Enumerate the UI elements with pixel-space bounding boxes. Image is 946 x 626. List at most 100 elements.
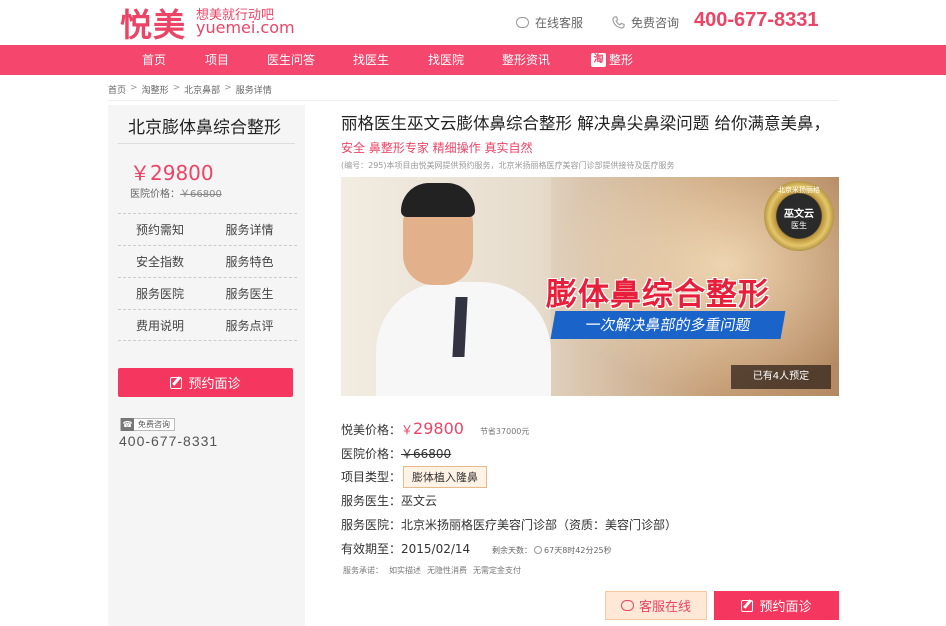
promise-item: 无隐性消费: [427, 566, 467, 575]
sidebar-price: ￥29800: [130, 161, 214, 185]
chat-icon: [620, 600, 634, 611]
valid-value: 2015/02/14: [401, 542, 471, 556]
breadcrumb-current: 服务详情: [235, 86, 272, 96]
sidebar-item-features[interactable]: 服务特色: [208, 246, 298, 277]
sidebar-hospital-price: 医院价格：￥66800: [130, 185, 222, 200]
hospital-value[interactable]: 北京米扬丽格医疗美容门诊部（资质：美容门诊部）: [401, 518, 677, 532]
banner-subtitle: 一次解决鼻部的多重问题: [550, 311, 786, 339]
sidebar-menu: 预约需知 服务详情 安全指数 服务特色 服务医院 服务医生 费用说明 服务点评: [118, 213, 297, 341]
online-service-link[interactable]: 在线客服: [516, 14, 583, 31]
doctor-label: 服务医生：: [341, 494, 402, 508]
sidebar-menu-row: 安全指数 服务特色: [118, 245, 297, 277]
chat-online-button[interactable]: 客服在线: [605, 591, 707, 620]
online-service-label: 在线客服: [535, 16, 584, 30]
sidebar-menu-row: 服务医院 服务医生: [118, 277, 297, 309]
chat-icon: [516, 17, 529, 28]
breadcrumb-taobao[interactable]: 淘整形: [142, 83, 169, 96]
nav-item-taobao[interactable]: 淘 整形: [591, 45, 633, 75]
validity-row: 有效期至：2015/02/14 剩余天数： 67天8时42分25秒: [341, 540, 612, 557]
nav-taobao-label: 整形: [609, 53, 634, 67]
chat-online-label: 客服在线: [638, 600, 691, 615]
hospital-label: 服务医院：: [341, 518, 402, 532]
sidebar-menu-row: 费用说明 服务点评: [118, 309, 297, 341]
promise-item: 如实描述: [389, 566, 421, 575]
project-type-label: 项目类型：: [341, 470, 402, 484]
project-type-row: 项目类型： 膨体植入隆鼻: [341, 466, 488, 488]
remain-label: 剩余天数：: [492, 546, 533, 555]
nav-item-home[interactable]: 首页: [142, 45, 166, 75]
main-nav: 首页 项目 医生问答 找医生 找医院 整形资讯 淘 整形: [0, 45, 946, 75]
sidebar-item-booking-notes[interactable]: 预约需知: [118, 214, 208, 245]
yuemei-price-value: 29800: [413, 419, 464, 438]
yuemei-price-row: 悦美价格：￥29800 节省37000元: [341, 419, 529, 438]
remain-value: 67天8时42分25秒: [544, 546, 612, 555]
product-banner: 膨体鼻综合整形 一次解决鼻部的多重问题 北京米扬丽格 巫文云 医生 已有4人预定: [341, 177, 839, 396]
free-consult-tag: ☎ 免费咨询: [120, 418, 175, 431]
logo-domain: yuemei.com: [196, 18, 295, 37]
breadcrumb-separator: >: [172, 83, 181, 93]
sidebar-phone: 400-677-8331: [119, 433, 219, 449]
sidebar-item-safety[interactable]: 安全指数: [118, 246, 208, 277]
sidebar-item-reviews[interactable]: 服务点评: [208, 310, 298, 340]
promise-item: 无需定金支付: [473, 566, 521, 575]
edit-icon: [741, 599, 754, 612]
clock-icon: [534, 545, 543, 554]
sidebar-item-hospital[interactable]: 服务医院: [118, 278, 208, 309]
phone-icon: [612, 16, 625, 29]
hospital-price-label: 医院价格：: [130, 189, 180, 200]
taobao-icon: 淘: [591, 53, 606, 67]
save-amount: 节省37000元: [479, 427, 530, 436]
free-consult-link[interactable]: 免费咨询: [612, 14, 679, 31]
hospital-row: 服务医院：北京米扬丽格医疗美容门诊部（资质：美容门诊部）: [341, 516, 677, 533]
sidebar-book-label: 预约面诊: [188, 377, 241, 392]
sidebar-item-service-details[interactable]: 服务详情: [208, 214, 298, 245]
product-title-text: 丽格医生巫文云膨体鼻综合整形 解决鼻尖鼻梁问题 给你满意美鼻，: [341, 114, 830, 133]
hospital-price-label: 医院价格：: [341, 447, 402, 461]
book-consultation-button[interactable]: 预约面诊: [714, 591, 839, 620]
promise-label: 服务承诺：: [343, 566, 383, 575]
breadcrumb-separator: >: [130, 83, 138, 93]
book-consultation-label: 预约面诊: [759, 600, 812, 615]
nav-item-news[interactable]: 整形资讯: [502, 45, 550, 75]
badge-doctor-name: 巫文云 医生: [779, 205, 819, 231]
nav-item-projects[interactable]: 项目: [205, 45, 229, 75]
site-header: 悦美 想美就行动吧 yuemei.com 在线客服 免费咨询 400-677-8…: [0, 0, 946, 45]
breadcrumb-home[interactable]: 首页: [108, 83, 126, 96]
sidebar-title: 北京膨体鼻综合整形: [128, 118, 281, 138]
free-consult-tag-label: 免费咨询: [138, 420, 170, 429]
yuemei-price-currency: ￥: [401, 423, 414, 437]
nav-item-doctors[interactable]: 找医生: [353, 45, 389, 75]
free-consult-label: 免费咨询: [631, 16, 680, 30]
doctor-figure-hair: [401, 183, 475, 217]
banner-title: 膨体鼻综合整形: [546, 277, 770, 313]
booked-count: 已有4人预定: [731, 365, 831, 389]
valid-label: 有效期至：: [341, 542, 402, 556]
breadcrumb-nose[interactable]: 北京鼻部: [184, 83, 220, 96]
badge-name: 巫文云: [784, 209, 814, 220]
hospital-price-row: 医院价格：￥66800: [341, 445, 451, 462]
phone-icon: ☎: [121, 418, 134, 431]
hospital-price-value: ￥66800: [180, 189, 222, 200]
site-logo[interactable]: 悦美: [120, 0, 186, 46]
divider: [118, 143, 295, 144]
divider: [108, 100, 838, 101]
sidebar-book-button[interactable]: 预约面诊: [118, 368, 293, 397]
sidebar: 北京膨体鼻综合整形 ￥29800 医院价格：￥66800 预约需知 服务详情 安…: [108, 105, 305, 626]
breadcrumb-separator: >: [224, 83, 232, 93]
header-phone: 400-677-8331: [694, 9, 819, 31]
sidebar-menu-row: 预约需知 服务详情: [118, 213, 297, 245]
sidebar-item-doctor[interactable]: 服务医生: [208, 278, 298, 309]
sidebar-item-fees[interactable]: 费用说明: [118, 310, 208, 340]
project-type-tag[interactable]: 膨体植入隆鼻: [403, 466, 488, 488]
nav-item-qa[interactable]: 医生问答: [267, 45, 315, 75]
doctor-value[interactable]: 巫文云: [401, 494, 437, 508]
hospital-price-value: ￥66800: [401, 447, 452, 461]
nav-item-hospitals[interactable]: 找医院: [428, 45, 464, 75]
yuemei-price-label: 悦美价格：: [341, 423, 402, 437]
service-promise: 服务承诺： 如实描述 无隐性消费 无需定金支付: [343, 565, 521, 576]
product-title-highlight: 安全 鼻整形专家 精细操作 真实自然: [341, 141, 533, 155]
badge-hospital: 北京米扬丽格: [778, 186, 820, 194]
product-code-note: (编号：295)本项目由悦美网提供预约服务，北京米扬丽格医疗美容门诊部提供接待及…: [341, 161, 675, 170]
edit-icon: [170, 376, 183, 389]
product-title: 丽格医生巫文云膨体鼻综合整形 解决鼻尖鼻梁问题 给你满意美鼻， 安全 鼻整形专家…: [341, 112, 841, 160]
